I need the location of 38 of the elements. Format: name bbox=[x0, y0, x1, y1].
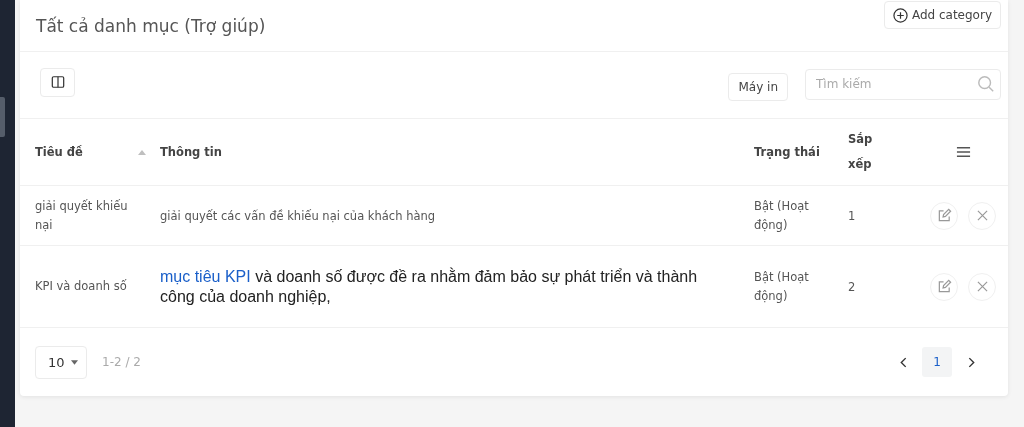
table-cell-text: mục tiêu KPI và doanh số được đề ra nhằm đảm bảo sự phát triển và thành công của doanh nghiệp, bbox=[160, 266, 699, 307]
column-header: Sắp xếp bbox=[848, 132, 873, 171]
print-button[interactable]: Máy in bbox=[728, 73, 788, 101]
delete-button[interactable] bbox=[968, 201, 996, 230]
column-toggle-button[interactable] bbox=[40, 67, 75, 97]
range-text: 1-2 / 2 bbox=[102, 355, 141, 369]
plus-circle-icon bbox=[892, 7, 908, 23]
menu-icon[interactable] bbox=[955, 146, 971, 158]
page-size-select[interactable]: 10 bbox=[35, 345, 87, 379]
table-cell-text: KPI và doanh số bbox=[35, 278, 128, 295]
sort-caret-icon[interactable] bbox=[138, 149, 146, 155]
table-cell-text: Bật (Hoạt động) bbox=[754, 268, 810, 305]
column-header[interactable]: Tiêu đề bbox=[35, 139, 83, 165]
column-header: Thông tin bbox=[160, 144, 222, 159]
page-title: Tất cả danh mục (Trợ giúp) bbox=[36, 16, 266, 36]
columns-icon bbox=[50, 75, 65, 89]
edit-button[interactable] bbox=[930, 201, 958, 230]
link[interactable]: mục tiêu KPI bbox=[160, 267, 251, 285]
search-icon bbox=[977, 74, 995, 93]
table-cell-text: 2 bbox=[848, 279, 856, 296]
edit-icon bbox=[936, 208, 952, 223]
delete-button[interactable] bbox=[968, 272, 996, 301]
table-cell-text: giải quyết các vấn đề khiếu nại của khách hàng bbox=[160, 208, 436, 225]
table-cell-text: giải quyết khiếu nại bbox=[35, 197, 129, 234]
chevron-right-icon bbox=[967, 356, 975, 368]
page-button[interactable]: 1 bbox=[922, 347, 952, 377]
close-icon bbox=[976, 210, 988, 221]
caret-down-icon bbox=[71, 359, 78, 365]
add-category-button[interactable]: Add category bbox=[883, 1, 1001, 29]
chevron-left-icon bbox=[899, 356, 907, 368]
close-icon bbox=[976, 281, 988, 292]
edit-icon bbox=[936, 279, 952, 294]
scrollbar-thumb[interactable] bbox=[0, 97, 5, 137]
table-cell-text: Bật (Hoạt động) bbox=[754, 197, 810, 234]
column-header: Trạng thái bbox=[754, 144, 820, 159]
edit-button[interactable] bbox=[930, 272, 958, 301]
search-field[interactable]: Tìm kiếm bbox=[805, 68, 1001, 100]
table-cell-text: 1 bbox=[848, 208, 856, 225]
